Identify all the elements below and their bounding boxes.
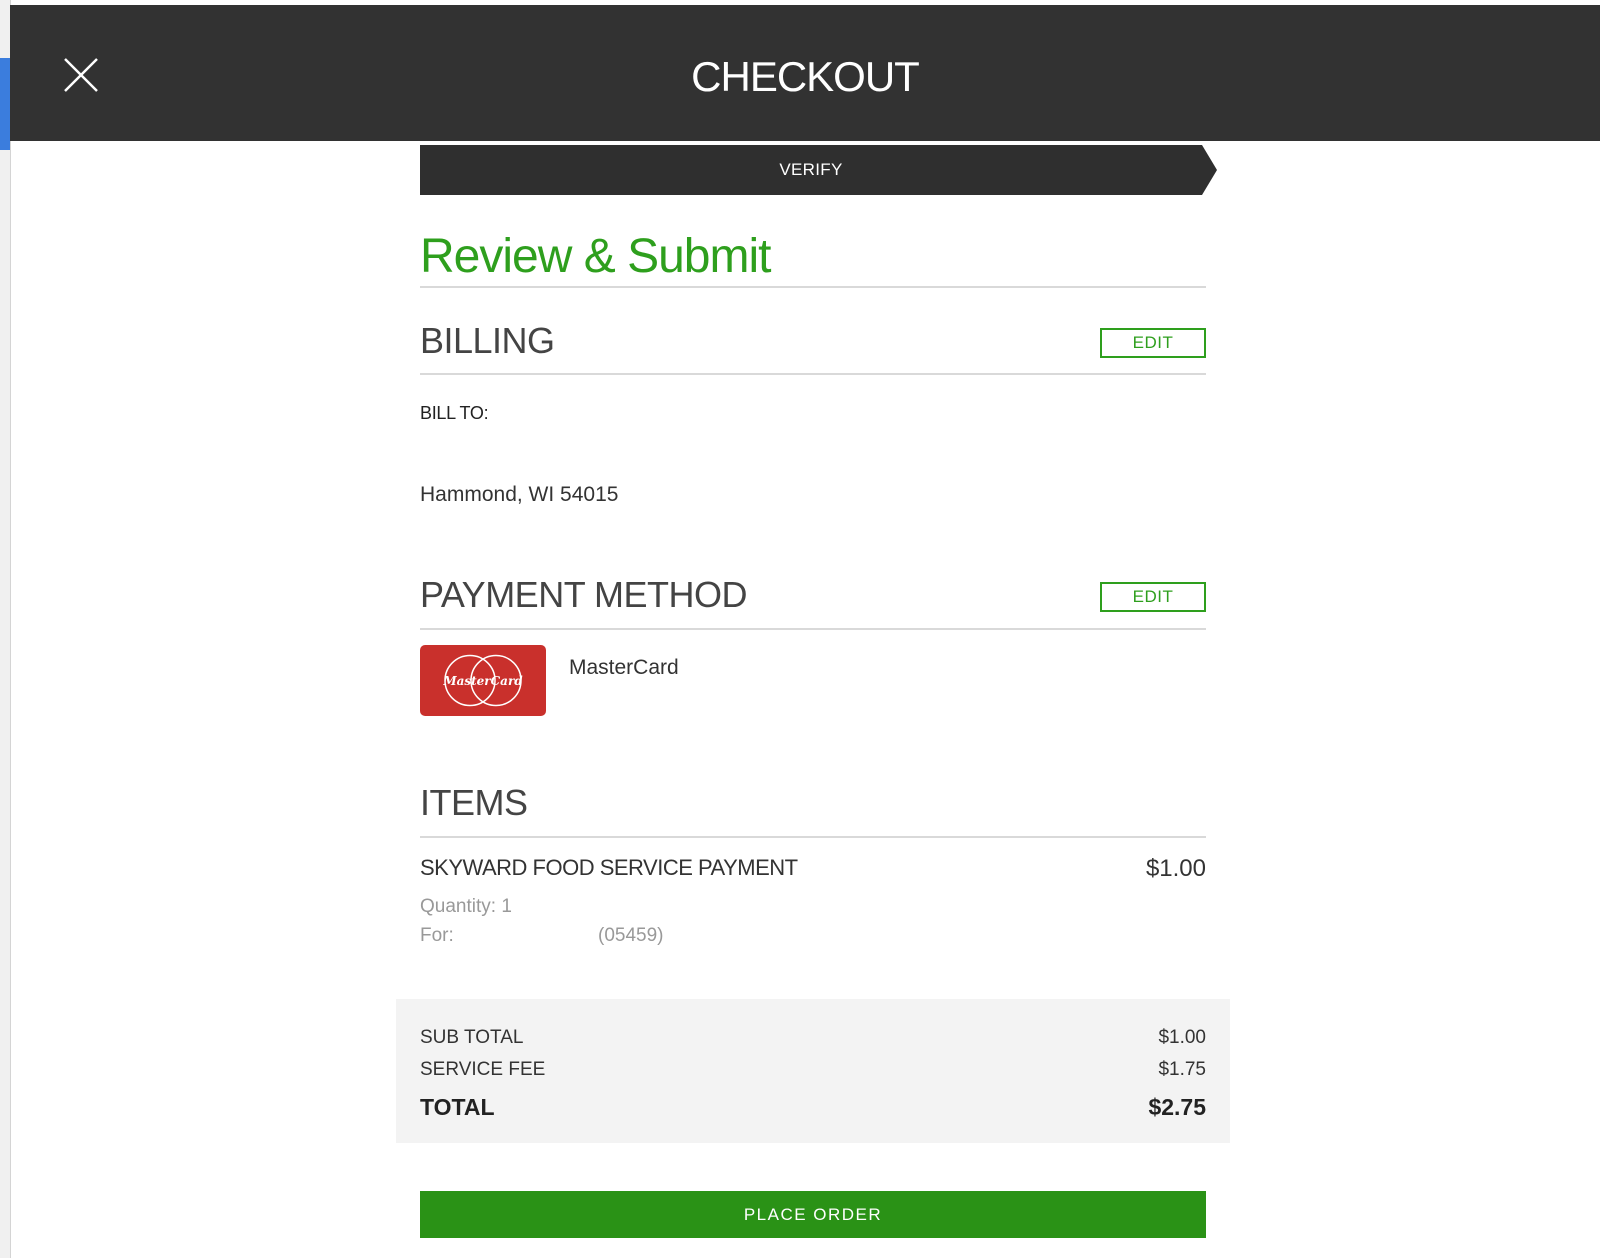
total-label: TOTAL — [420, 1094, 495, 1120]
card-name: MasterCard — [569, 656, 679, 679]
subtotal-value: $1.00 — [1158, 1027, 1206, 1048]
left-accent-bar — [0, 58, 10, 150]
place-order-button[interactable]: PLACE ORDER — [420, 1191, 1206, 1238]
billing-title: BILLING — [420, 320, 555, 361]
divider — [420, 373, 1206, 375]
item-for-label: For: — [420, 925, 454, 946]
checkout-header: CHECKOUT — [10, 5, 1600, 141]
total-value: $2.75 — [1148, 1094, 1206, 1120]
divider — [420, 286, 1206, 288]
payment-edit-button[interactable]: EDIT — [1100, 582, 1206, 612]
review-title: Review & Submit — [420, 230, 771, 283]
mastercard-logo: MasterCard — [420, 645, 546, 716]
bill-to-label: BILL TO: — [420, 403, 489, 423]
item-quantity: Quantity: 1 — [420, 896, 512, 917]
divider — [420, 836, 1206, 838]
page-title: CHECKOUT — [691, 53, 920, 100]
left-rail — [0, 0, 11, 1258]
billing-edit-button[interactable]: EDIT — [1100, 328, 1206, 358]
card-logo-text: MasterCard — [442, 674, 523, 688]
step-label: VERIFY — [779, 160, 843, 179]
items-title: ITEMS — [420, 782, 528, 823]
service-fee-label: SERVICE FEE — [420, 1059, 546, 1080]
item-name: SKYWARD FOOD SERVICE PAYMENT — [420, 855, 798, 880]
billing-city-line: Hammond, WI 54015 — [420, 483, 619, 506]
payment-title: PAYMENT METHOD — [420, 574, 748, 615]
subtotal-label: SUB TOTAL — [420, 1027, 524, 1048]
item-for-line: For: (05459) — [420, 925, 664, 947]
item-student-id: (05459) — [598, 925, 664, 946]
order-totals: SUB TOTAL $1.00 SERVICE FEE $1.75 TOTAL … — [396, 999, 1230, 1143]
divider — [420, 628, 1206, 630]
item-price: $1.00 — [1145, 855, 1206, 882]
service-fee-value: $1.75 — [1158, 1059, 1206, 1080]
progress-step: VERIFY — [420, 145, 1217, 195]
